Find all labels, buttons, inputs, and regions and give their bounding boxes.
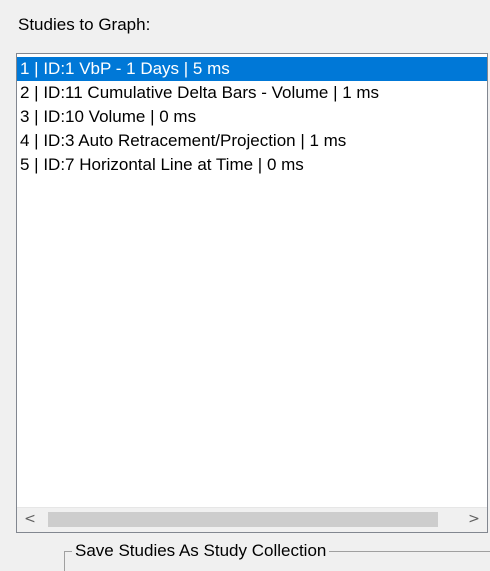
- scroll-right-button[interactable]: >: [461, 508, 487, 532]
- list-item-study-1[interactable]: 1 | ID:1 VbP - 1 Days | 5 ms: [17, 57, 487, 81]
- horizontal-scrollbar[interactable]: < >: [17, 507, 487, 532]
- chevron-left-icon: <: [24, 511, 36, 527]
- scroll-thumb[interactable]: [48, 512, 438, 527]
- list-item-study-2[interactable]: 2 | ID:11 Cumulative Delta Bars - Volume…: [17, 81, 487, 105]
- studies-list-items: 1 | ID:1 VbP - 1 Days | 5 ms 2 | ID:11 C…: [17, 57, 487, 508]
- studies-listbox[interactable]: 1 | ID:1 VbP - 1 Days | 5 ms 2 | ID:11 C…: [16, 53, 488, 533]
- list-item-study-3[interactable]: 3 | ID:10 Volume | 0 ms: [17, 105, 487, 129]
- list-item-study-4[interactable]: 4 | ID:3 Auto Retracement/Projection | 1…: [17, 129, 487, 153]
- chevron-right-icon: >: [468, 511, 480, 527]
- scroll-track[interactable]: [43, 508, 461, 532]
- list-item-study-5[interactable]: 5 | ID:7 Horizontal Line at Time | 0 ms: [17, 153, 487, 177]
- studies-to-graph-label: Studies to Graph:: [18, 15, 151, 34]
- study-collection-groupbox-title: Save Studies As Study Collection: [72, 540, 330, 562]
- study-collection-groupbox-edge: [64, 551, 65, 571]
- scroll-left-button[interactable]: <: [17, 508, 43, 532]
